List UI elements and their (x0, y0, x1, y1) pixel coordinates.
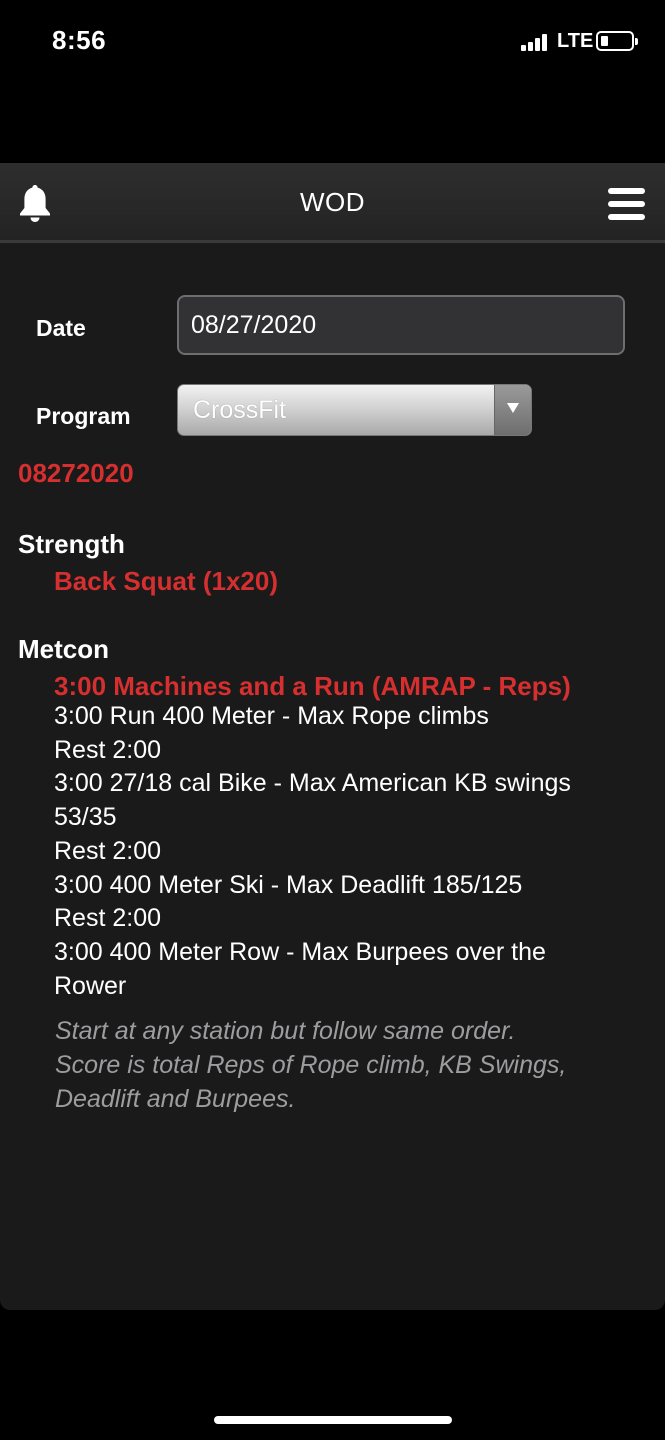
section-title-strength: Strength (18, 529, 125, 559)
strength-movement: Back Squat (1x20) (54, 566, 278, 596)
network-type: LTE (557, 30, 594, 52)
battery-icon (596, 31, 638, 51)
wod-id: 08272020 (18, 458, 134, 488)
status-bar: 8:56 LTE (0, 0, 665, 90)
navbar: WOD (0, 163, 665, 243)
metcon-line: 3:00 400 Meter Ski - Max Deadlift 185/12… (54, 870, 523, 899)
note-line: Start at any station but follow same ord… (55, 1017, 516, 1045)
program-select[interactable]: CrossFit (177, 384, 532, 436)
date-label: Date (36, 315, 86, 341)
metcon-title: 3:00 Machines and a Run (AMRAP - Reps) (54, 671, 571, 701)
note-line: Deadlift and Burpees. (55, 1085, 296, 1113)
status-time: 8:56 (52, 25, 107, 55)
metcon-line: Rest 2:00 (54, 735, 162, 764)
program-label: Program (36, 403, 131, 429)
metcon-note: Start at any station but follow same ord… (55, 1014, 655, 1116)
metcon-line: Rest 2:00 (54, 904, 162, 933)
dropdown-arrow-icon[interactable] (494, 385, 531, 435)
section-title-metcon: Metcon (18, 634, 109, 664)
metcon-line: 3:00 27/18 cal Bike - Max American KB sw… (54, 769, 571, 798)
metcon-line: Rower (54, 971, 127, 1000)
metcon-line: 53/35 (54, 803, 117, 832)
note-line: Score is total Reps of Rope climb, KB Sw… (55, 1051, 567, 1079)
home-indicator[interactable] (214, 1416, 452, 1424)
page-title: WOD (299, 187, 366, 217)
program-select-value: CrossFit (193, 396, 287, 424)
metcon-line: Rest 2:00 (54, 836, 162, 865)
metcon-description: 3:00 Run 400 Meter - Max Rope climbs Res… (54, 700, 654, 1003)
app-panel: WOD Date Program CrossFit 08272020 Stren… (0, 163, 665, 1310)
signal-strength-icon (521, 33, 547, 51)
hamburger-menu-icon[interactable] (608, 188, 645, 220)
metcon-line: 3:00 Run 400 Meter - Max Rope climbs (54, 702, 489, 730)
date-field[interactable] (177, 295, 625, 355)
metcon-line: 3:00 400 Meter Row - Max Burpees over th… (54, 937, 546, 966)
